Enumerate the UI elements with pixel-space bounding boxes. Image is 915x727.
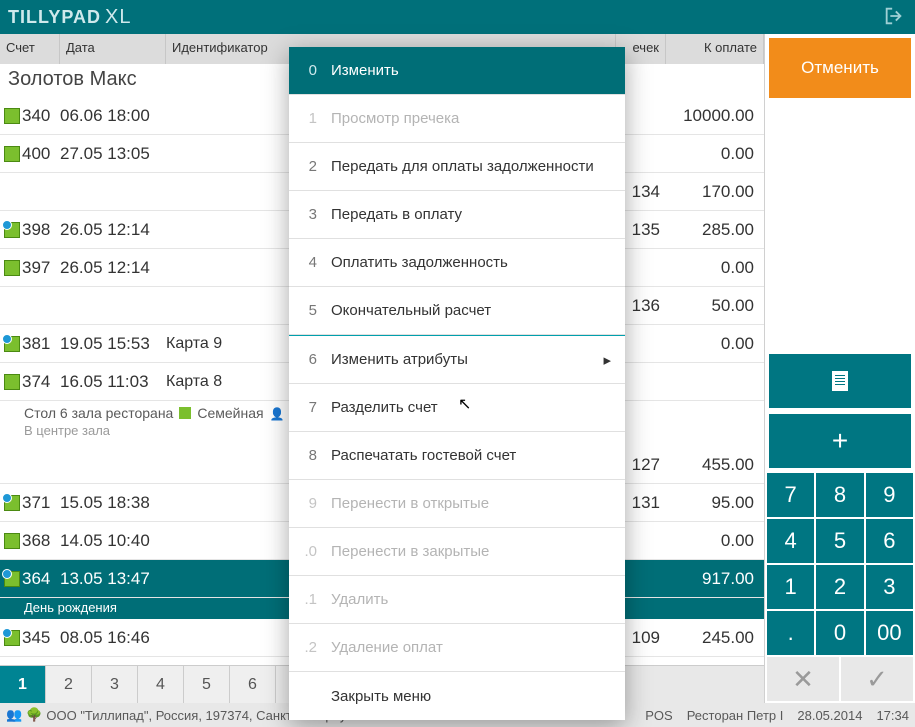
col-schet[interactable]: Счет bbox=[0, 34, 60, 64]
keypad-3[interactable]: 3 bbox=[866, 565, 913, 609]
receipt-icon bbox=[832, 371, 848, 391]
menu-item: .2Удаление оплат bbox=[289, 624, 625, 672]
keypad-8[interactable]: 8 bbox=[816, 473, 863, 517]
flag-icon bbox=[4, 146, 20, 162]
status-people-icon: 👥 bbox=[6, 707, 22, 723]
menu-item[interactable]: 8Распечатать гостевой счет bbox=[289, 432, 625, 480]
keypad-00[interactable]: 00 bbox=[866, 611, 913, 655]
page-button[interactable]: 2 bbox=[46, 666, 92, 703]
page-button[interactable]: 5 bbox=[184, 666, 230, 703]
status-time: 17:34 bbox=[876, 708, 909, 723]
flag-icon bbox=[179, 407, 191, 419]
menu-item[interactable]: 0Изменить bbox=[289, 47, 625, 95]
flag-icon bbox=[4, 222, 20, 238]
brand-suffix: XL bbox=[105, 6, 131, 29]
keypad-2[interactable]: 2 bbox=[816, 565, 863, 609]
flag-icon bbox=[4, 336, 20, 352]
keypad-9[interactable]: 9 bbox=[866, 473, 913, 517]
title-bar: TILLYPAD XL bbox=[0, 0, 915, 34]
right-panel: Отменить + 789456123.000 ✕ ✓ bbox=[765, 34, 915, 703]
keypad-6[interactable]: 6 bbox=[866, 519, 913, 563]
menu-item: .1Удалить bbox=[289, 576, 625, 624]
exit-icon[interactable] bbox=[883, 5, 907, 29]
add-button[interactable]: + bbox=[769, 414, 911, 468]
brand: TILLYPAD XL bbox=[8, 6, 883, 29]
menu-item: 1Просмотр пречека bbox=[289, 95, 625, 143]
keypad-.[interactable]: . bbox=[767, 611, 814, 655]
cancel-button[interactable]: Отменить bbox=[769, 38, 911, 98]
page-button[interactable]: 3 bbox=[92, 666, 138, 703]
keypad-cancel[interactable]: ✕ bbox=[767, 657, 839, 701]
status-rest: Ресторан Петр I bbox=[687, 708, 784, 723]
status-date: 28.05.2014 bbox=[797, 708, 862, 723]
flag-icon bbox=[4, 495, 20, 511]
menu-item: .0Перенести в закрытые bbox=[289, 528, 625, 576]
status-pos: POS bbox=[645, 708, 672, 723]
keypad-4[interactable]: 4 bbox=[767, 519, 814, 563]
person-icon bbox=[270, 405, 285, 421]
menu-item[interactable]: 2Передать для оплаты задолженности bbox=[289, 143, 625, 191]
flag-icon bbox=[4, 533, 20, 549]
keypad-5[interactable]: 5 bbox=[816, 519, 863, 563]
keypad-actions: ✕ ✓ bbox=[765, 655, 915, 703]
menu-item[interactable]: 7Разделить счет bbox=[289, 384, 625, 432]
col-opl[interactable]: К оплате bbox=[666, 34, 764, 64]
col-data[interactable]: Дата bbox=[60, 34, 166, 64]
menu-item: 9Перенести в открытые bbox=[289, 480, 625, 528]
chevron-right-icon: ▸ bbox=[603, 351, 611, 369]
keypad-confirm[interactable]: ✓ bbox=[841, 657, 913, 701]
keypad: 789456123.000 bbox=[765, 471, 915, 655]
context-menu: 0Изменить1Просмотр пречека2Передать для … bbox=[289, 47, 625, 720]
receipt-button[interactable] bbox=[769, 354, 911, 408]
brand-name: TILLYPAD bbox=[8, 7, 101, 28]
page-button[interactable]: 4 bbox=[138, 666, 184, 703]
menu-item[interactable]: 5Окончательный расчет bbox=[289, 287, 625, 335]
keypad-0[interactable]: 0 bbox=[816, 611, 863, 655]
menu-item[interactable]: 3Передать в оплату bbox=[289, 191, 625, 239]
flag-icon bbox=[4, 260, 20, 276]
menu-item[interactable]: 6Изменить атрибуты▸ bbox=[289, 336, 625, 384]
keypad-1[interactable]: 1 bbox=[767, 565, 814, 609]
page-button[interactable]: 1 bbox=[0, 666, 46, 703]
menu-item[interactable]: 4Оплатить задолженность bbox=[289, 239, 625, 287]
keypad-7[interactable]: 7 bbox=[767, 473, 814, 517]
flag-icon bbox=[4, 108, 20, 124]
flag-icon bbox=[4, 630, 20, 646]
page-button[interactable]: 6 bbox=[230, 666, 276, 703]
flag-icon bbox=[4, 571, 20, 587]
status-tree-icon: 🌳 bbox=[26, 707, 42, 723]
menu-close[interactable]: Закрыть меню bbox=[289, 672, 625, 720]
flag-icon bbox=[4, 374, 20, 390]
